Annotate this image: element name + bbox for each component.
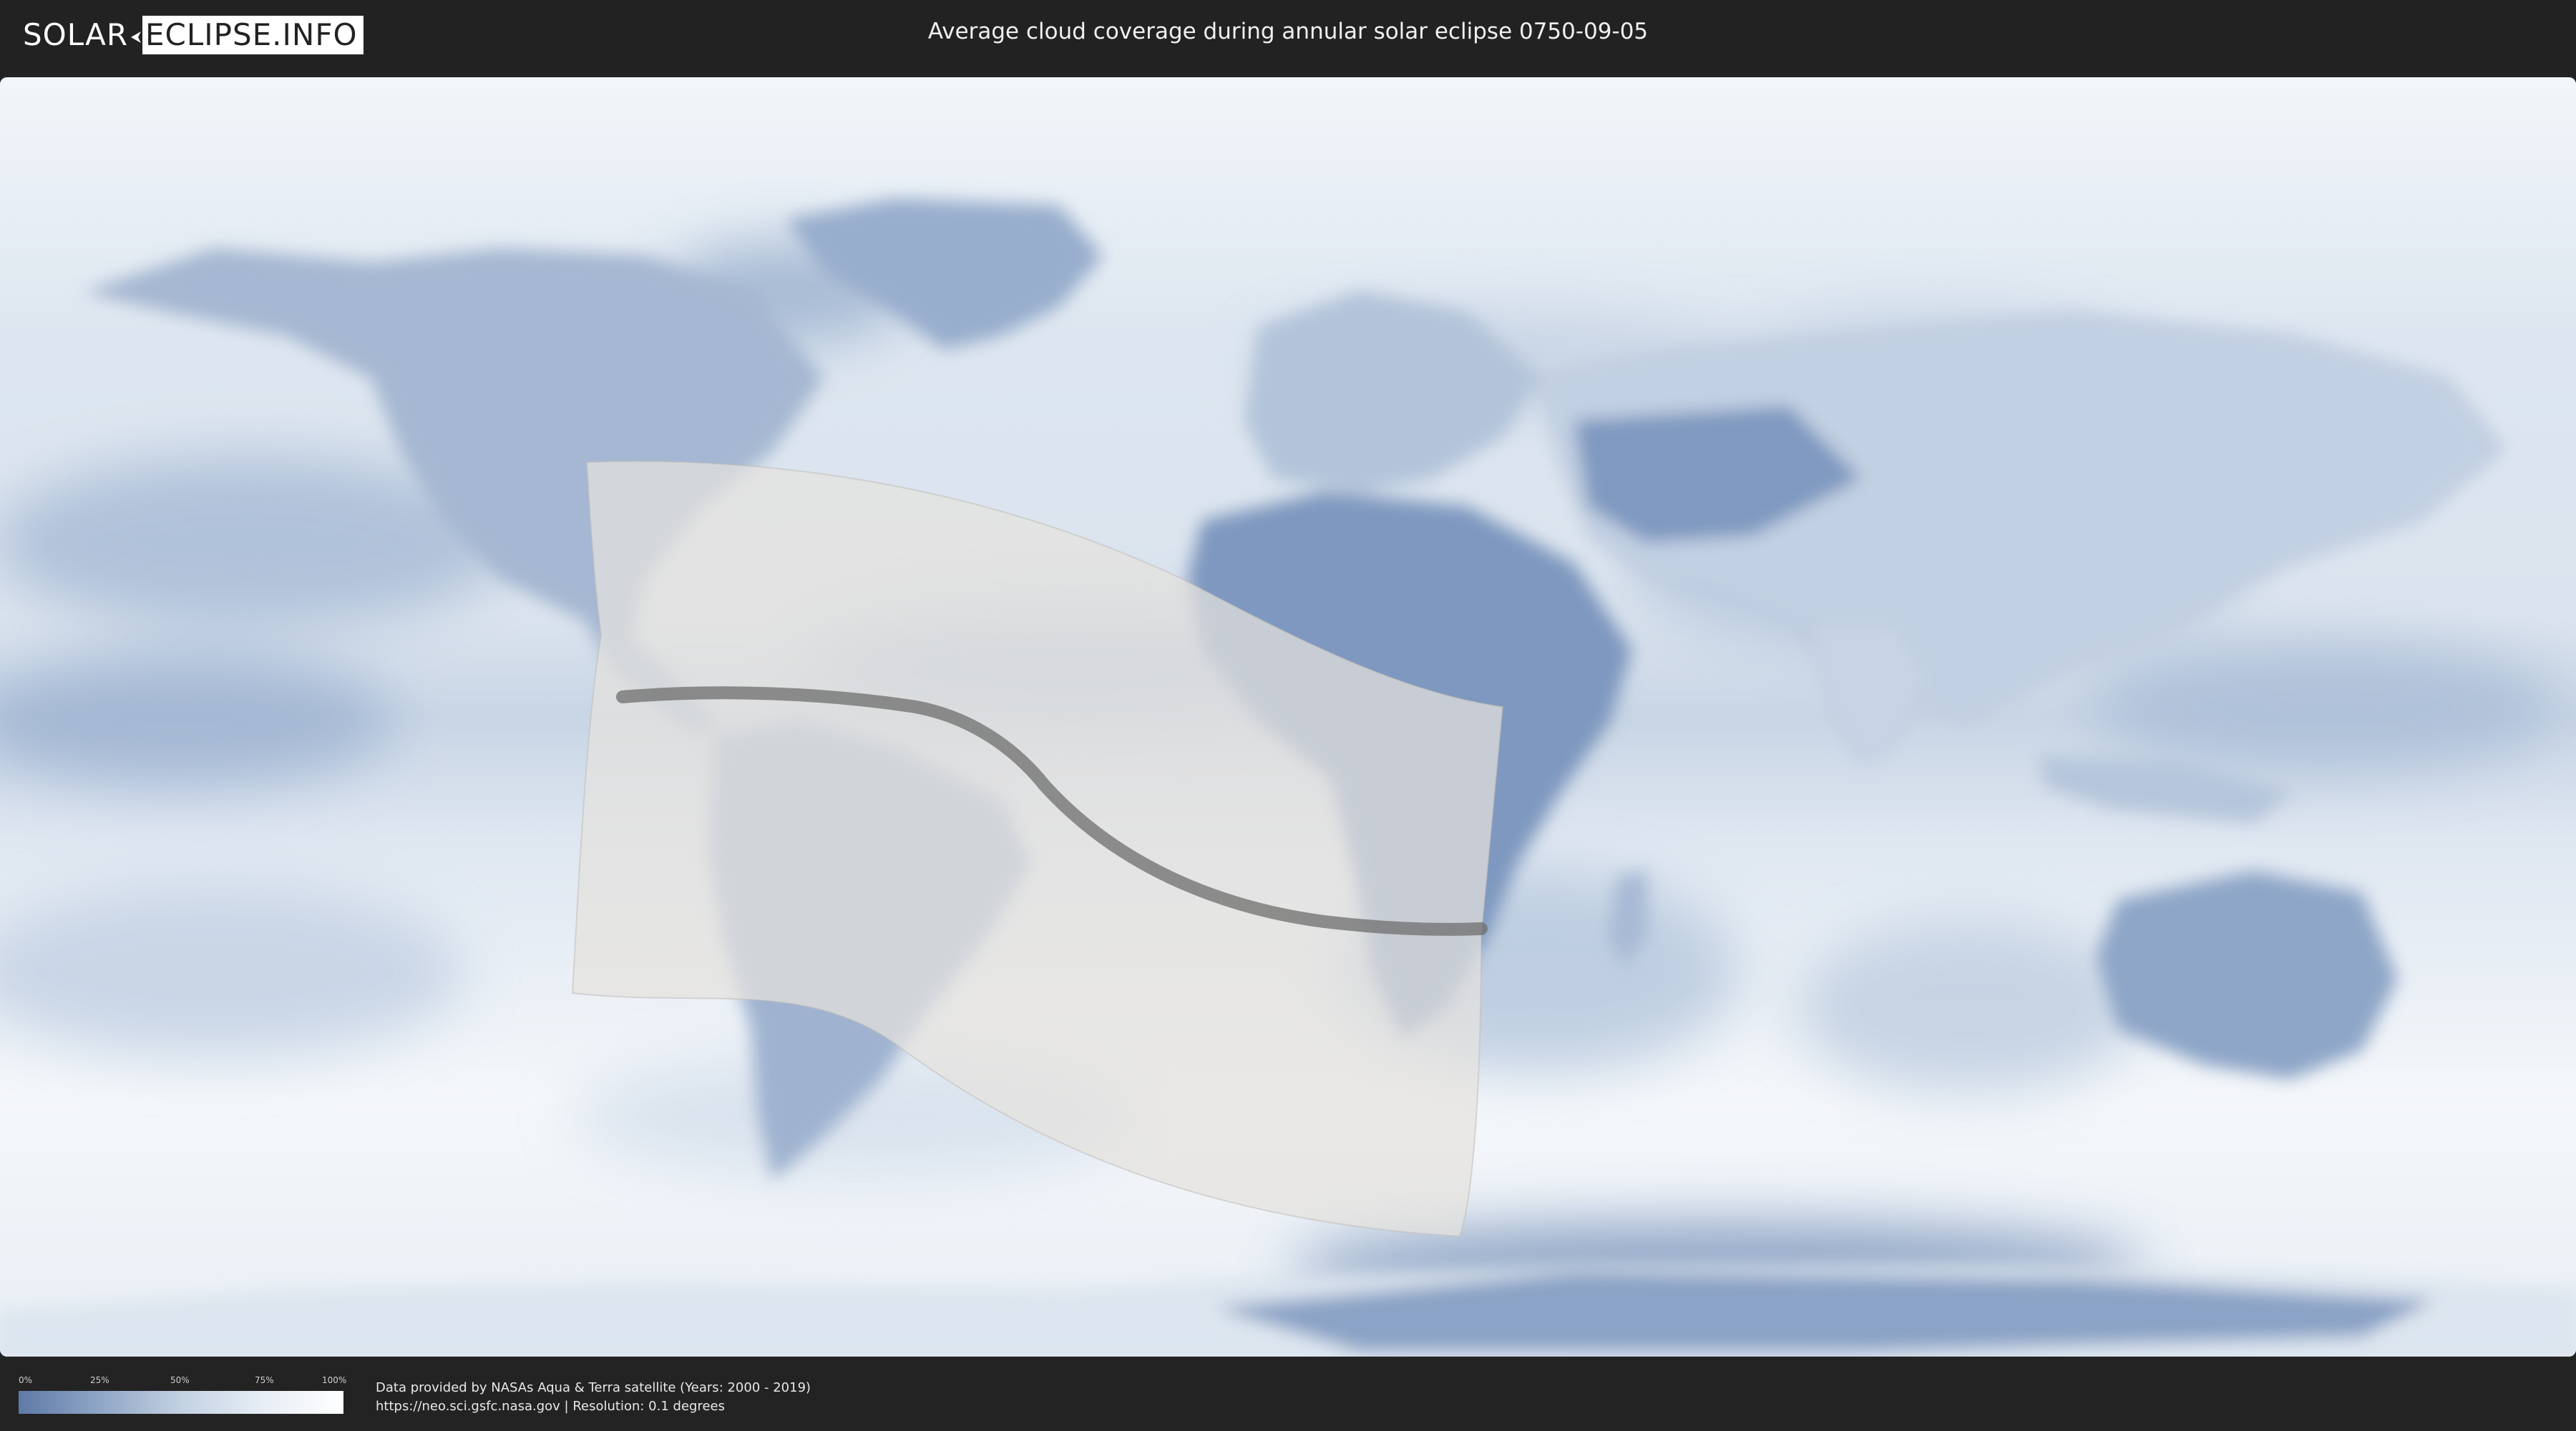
- credit-line-url[interactable]: https://neo.sci.gsfc.nasa.gov | Resoluti…: [376, 1397, 811, 1416]
- data-credits: Data provided by NASAs Aqua & Terra sate…: [376, 1379, 811, 1416]
- world-map-icon: [0, 77, 2576, 1357]
- legend-tick-0: 0%: [19, 1375, 33, 1385]
- cloud-coverage-map[interactable]: [0, 77, 2576, 1357]
- footer-bar: 0% 25% 50% 75% 100% Data provided by NAS…: [0, 1359, 2576, 1431]
- legend-color-bar: [19, 1391, 343, 1414]
- app-root: SOLAR ECLIPSE.INFO Average cloud coverag…: [0, 0, 2576, 1431]
- header-bar: SOLAR ECLIPSE.INFO Average cloud coverag…: [0, 0, 2576, 72]
- legend-tick-100: 100%: [322, 1375, 347, 1385]
- legend-tick-50: 50%: [170, 1375, 190, 1385]
- legend-tick-25: 25%: [90, 1375, 109, 1385]
- credit-line-source: Data provided by NASAs Aqua & Terra sate…: [376, 1380, 811, 1395]
- cloud-coverage-legend: 0% 25% 50% 75% 100%: [19, 1375, 347, 1414]
- legend-tick-75: 75%: [255, 1375, 274, 1385]
- legend-ticks: 0% 25% 50% 75% 100%: [19, 1375, 347, 1387]
- page-title: Average cloud coverage during annular so…: [927, 19, 1649, 44]
